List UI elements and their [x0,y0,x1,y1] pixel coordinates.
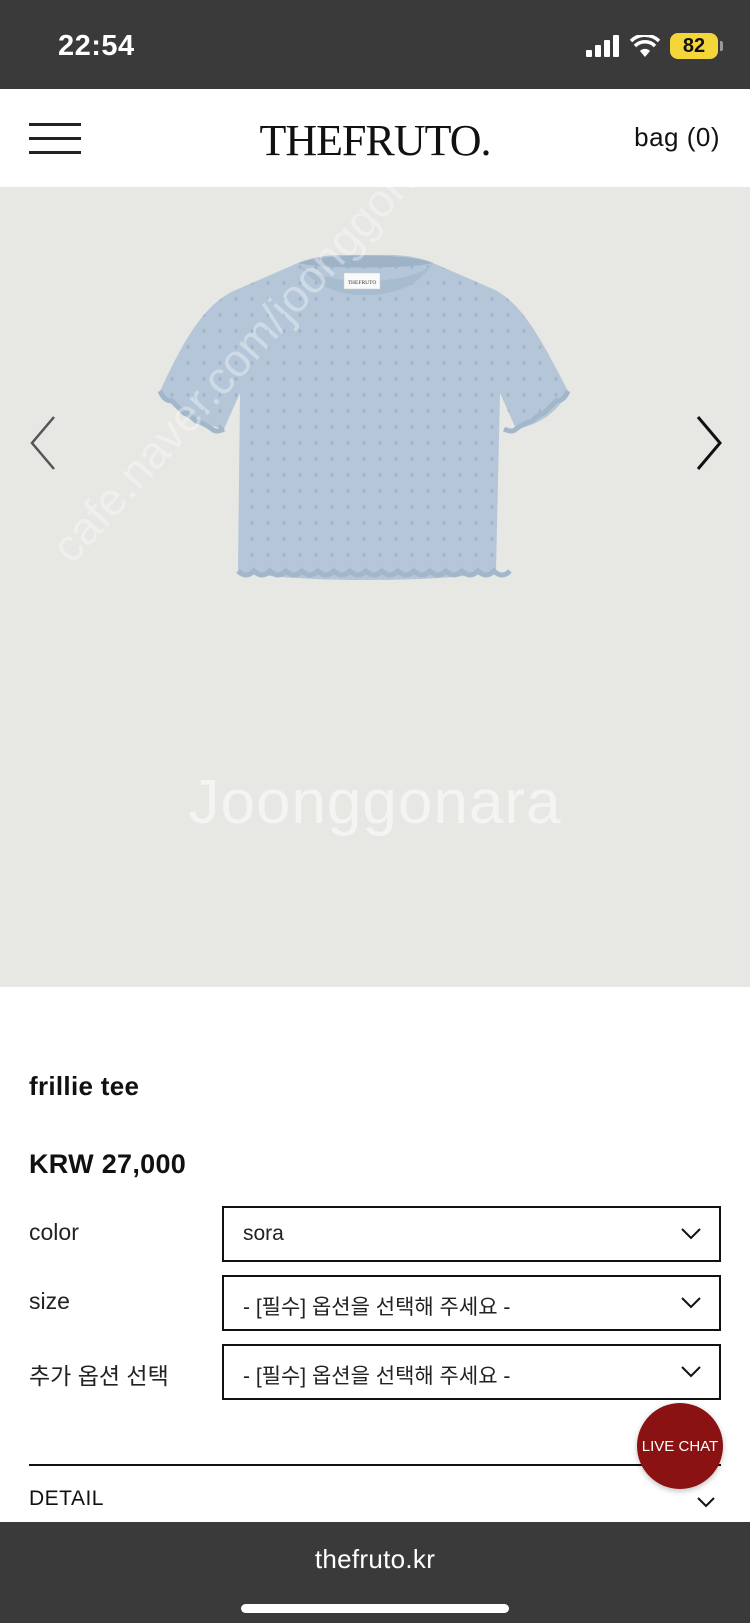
product-gallery[interactable]: THEFRUTO cafe.naver.com/joonggonara Joon… [0,187,750,987]
home-indicator[interactable] [241,1604,509,1613]
option-row-color: color sora [29,1206,721,1262]
chevron-down-icon [681,1297,701,1309]
detail-label: DETAIL [29,1487,104,1510]
option-value: sora [243,1222,284,1245]
chevron-down-icon [681,1366,701,1378]
status-time: 22:54 [58,30,135,62]
browser-url[interactable]: thefruto.kr [0,1544,750,1575]
detail-accordion[interactable]: DETAIL [29,1470,721,1522]
option-label: size [29,1288,70,1314]
chevron-down-icon [697,1497,715,1508]
size-select[interactable]: - [필수] 옵션을 선택해 주세요 - [222,1275,721,1331]
product-price: KRW 27,000 [29,1149,187,1179]
battery-icon: 82 [670,33,723,59]
option-value: - [필수] 옵션을 선택해 주세요 - [243,1365,511,1388]
option-label: 추가 옵션 선택 [29,1363,169,1389]
product-image: THEFRUTO [157,254,571,580]
extra-option-select[interactable]: - [필수] 옵션을 선택해 주세요 - [222,1344,721,1400]
chevron-down-icon [681,1228,701,1240]
garment-tag: THEFRUTO [348,280,377,286]
wifi-icon [630,35,660,57]
divider [29,1464,721,1466]
watermark: Joonggonara [188,768,562,837]
bag-link[interactable]: bag (0) [634,122,720,153]
product-name: frillie tee [29,1071,140,1101]
option-label: color [29,1219,79,1245]
color-select[interactable]: sora [222,1206,721,1262]
option-row-size: size - [필수] 옵션을 선택해 주세요 - [29,1275,721,1331]
status-icons: 82 [586,33,723,59]
next-arrow-icon[interactable] [684,403,728,483]
option-value: - [필수] 옵션을 선택해 주세요 - [243,1296,511,1319]
option-row-extra: 추가 옵션 선택 - [필수] 옵션을 선택해 주세요 - [29,1344,721,1400]
prev-arrow-icon[interactable] [24,403,68,483]
live-chat-button[interactable]: LIVE CHAT [637,1403,723,1489]
cellular-signal-icon [586,35,619,57]
status-bar: 22:54 82 [0,0,750,89]
browser-bar: thefruto.kr [0,1522,750,1623]
site-header: THEFRUTO. bag (0) [0,89,750,187]
